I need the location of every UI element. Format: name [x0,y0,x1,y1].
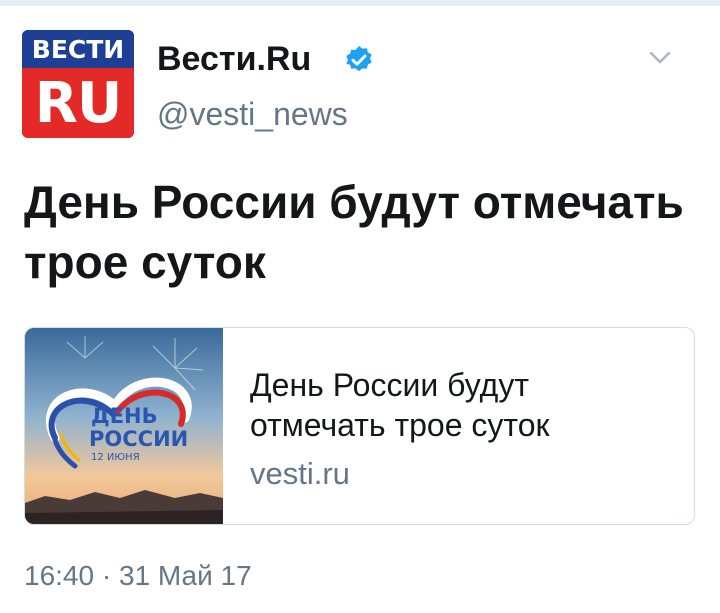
card-image-text-2: РОССИИ [89,427,189,451]
link-card[interactable]: ДЕНЬ РОССИИ 12 ИЮНЯ День России будут от… [24,327,695,525]
verified-badge-icon [346,46,372,72]
card-image-text-3: 12 ИЮНЯ [91,452,140,463]
card-image-text-1: ДЕНЬ [91,404,158,428]
display-name[interactable]: Вести.Ru [157,40,311,79]
card-title[interactable]: День России будут отмечать трое суток [250,365,670,445]
tweet[interactable]: ВЕСТИ RU Вести.Ru @vesti_news День Росси… [0,0,720,613]
card-image: ДЕНЬ РОССИИ 12 ИЮНЯ [25,328,223,524]
avatar-bottom-text: RU [22,68,134,138]
tweet-text: День России будут отмечать трое суток [24,176,684,288]
chevron-down-icon[interactable] [646,48,674,68]
avatar-top-text: ВЕСТИ [22,30,134,68]
timestamp[interactable]: 16:40 · 31 Май 17 [24,560,252,592]
avatar[interactable]: ВЕСТИ RU [22,30,134,138]
screen-name[interactable]: @vesti_news [157,96,348,133]
card-domain[interactable]: vesti.ru [250,456,350,492]
